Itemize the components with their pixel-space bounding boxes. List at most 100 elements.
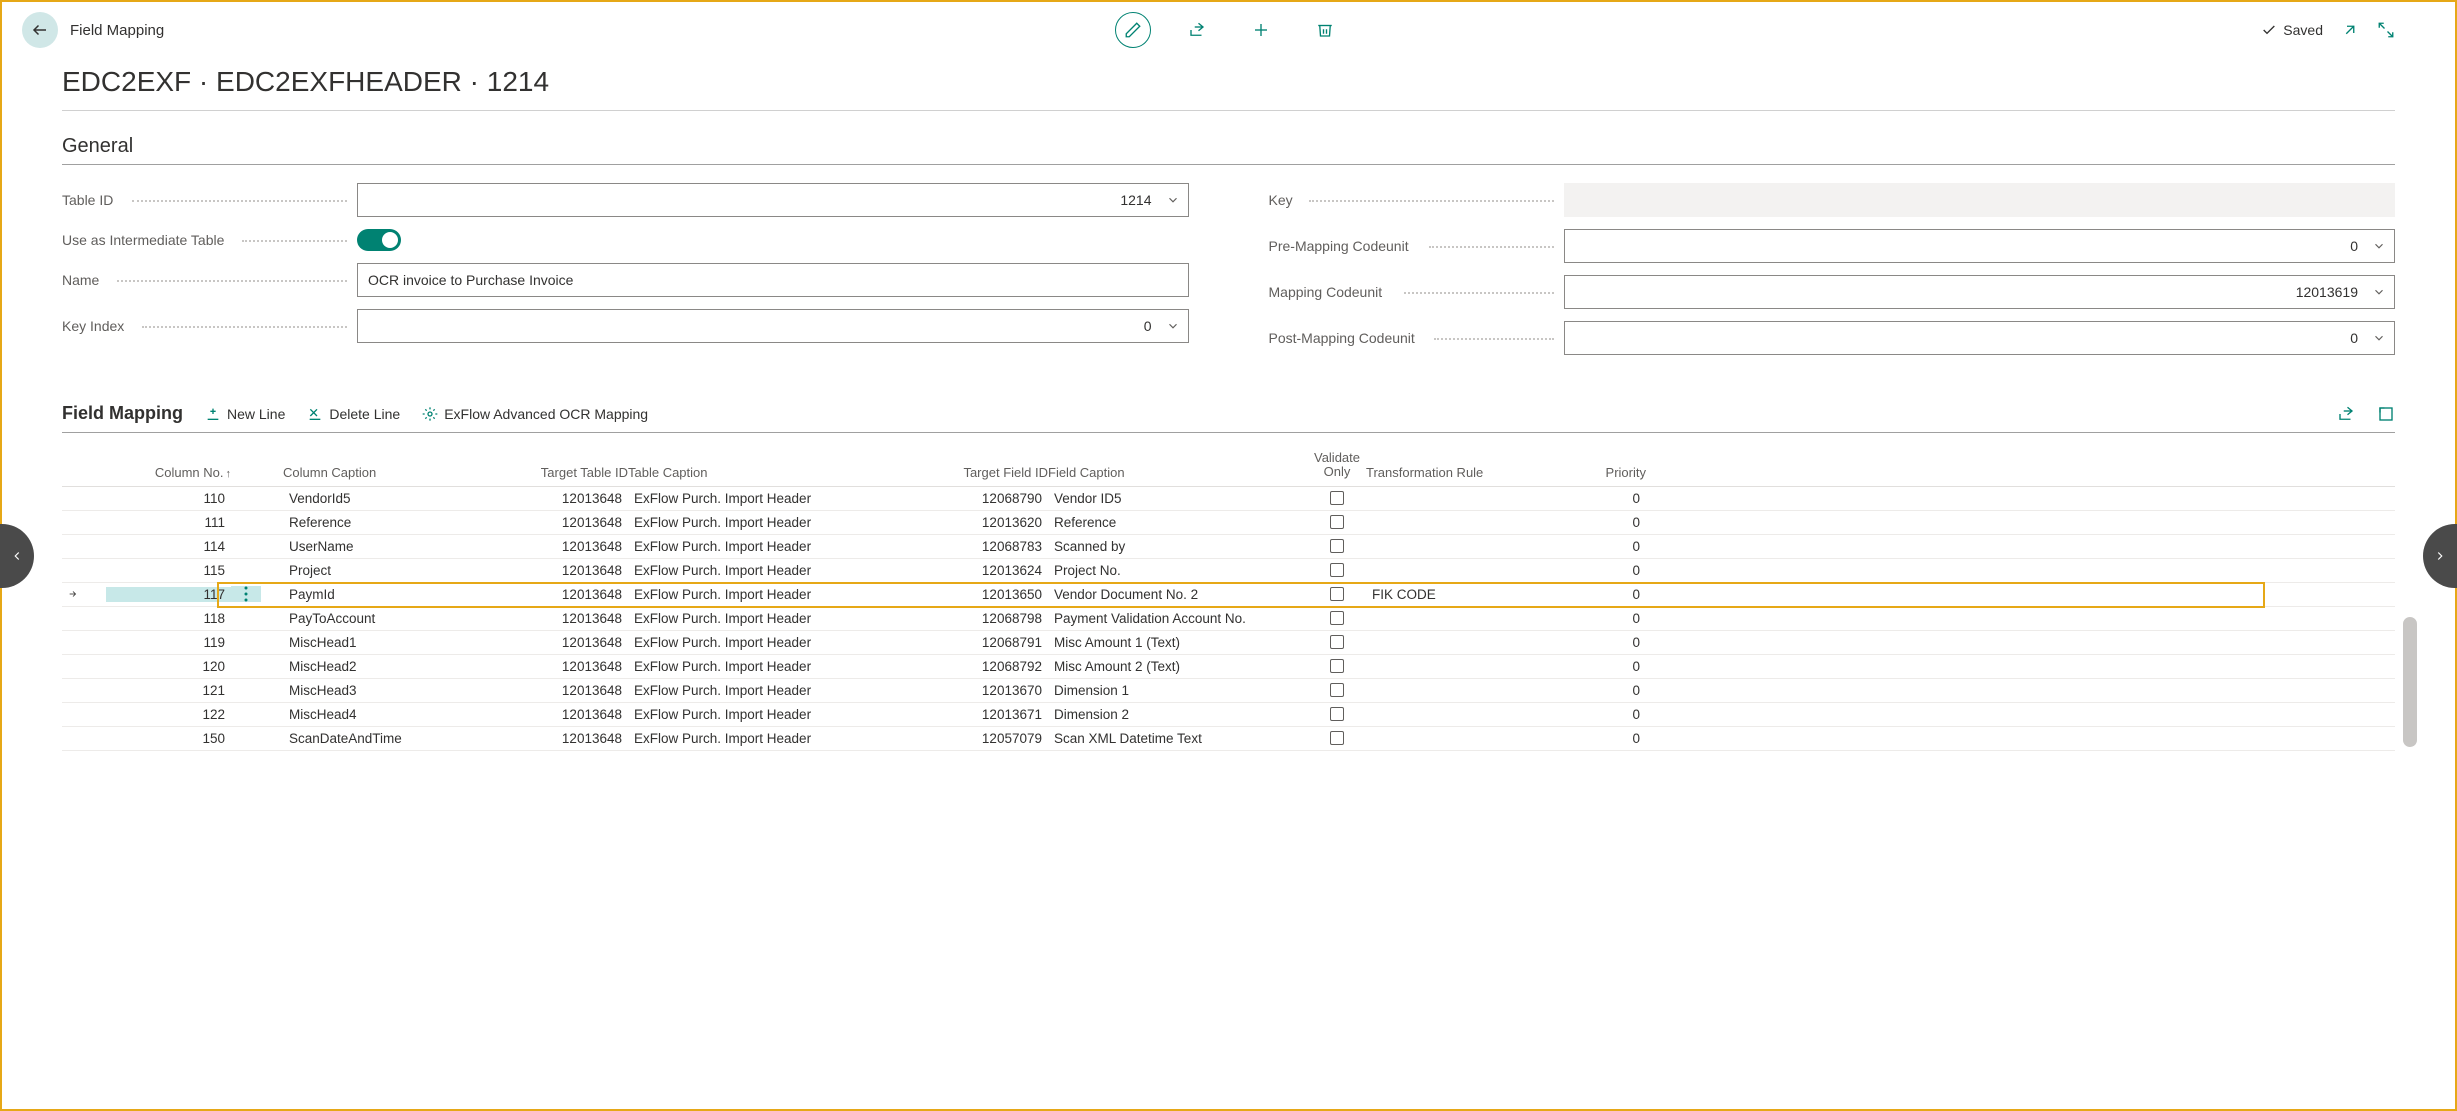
advanced-ocr-button[interactable]: ExFlow Advanced OCR Mapping	[422, 406, 648, 422]
cell-priority[interactable]: 0	[1546, 539, 1646, 554]
cell-validate-only[interactable]	[1308, 563, 1366, 577]
table-row[interactable]: 120MiscHead212013648ExFlow Purch. Import…	[62, 655, 2395, 679]
cell-column-no[interactable]: 114	[106, 539, 231, 554]
cell-field-caption[interactable]: Misc Amount 2 (Text)	[1048, 659, 1308, 674]
cell-target-field[interactable]: 12013670	[918, 683, 1048, 698]
table-row[interactable]: 150ScanDateAndTime12013648ExFlow Purch. …	[62, 727, 2395, 751]
cell-target-field[interactable]: 12013650	[918, 587, 1048, 602]
table-row[interactable]: 121MiscHead312013648ExFlow Purch. Import…	[62, 679, 2395, 703]
cell-target-field[interactable]: 12057079	[918, 731, 1048, 746]
cell-priority[interactable]: 0	[1546, 635, 1646, 650]
post-mapping-field[interactable]: 0	[1564, 321, 2396, 355]
cell-priority[interactable]: 0	[1546, 491, 1646, 506]
cell-priority[interactable]: 0	[1546, 611, 1646, 626]
cell-validate-only[interactable]	[1308, 491, 1366, 505]
cell-column-no[interactable]: 119	[106, 635, 231, 650]
cell-column-caption[interactable]: MiscHead2	[283, 659, 518, 674]
cell-table-caption[interactable]: ExFlow Purch. Import Header	[628, 587, 918, 602]
cell-transformation-rule[interactable]: FIK CODE	[1366, 587, 1546, 602]
cell-target-table[interactable]: 12013648	[518, 683, 628, 698]
cell-table-caption[interactable]: ExFlow Purch. Import Header	[628, 611, 918, 626]
col-header-column-caption[interactable]: Column Caption	[283, 465, 518, 480]
cell-target-table[interactable]: 12013648	[518, 659, 628, 674]
table-row[interactable]: 110VendorId512013648ExFlow Purch. Import…	[62, 487, 2395, 511]
cell-validate-only[interactable]	[1308, 611, 1366, 625]
cell-table-caption[interactable]: ExFlow Purch. Import Header	[628, 635, 918, 650]
col-header-validate-only[interactable]: ValidateOnly	[1308, 451, 1366, 480]
cell-priority[interactable]: 0	[1546, 587, 1646, 602]
cell-priority[interactable]: 0	[1546, 659, 1646, 674]
row-menu-button[interactable]	[231, 586, 261, 602]
pre-mapping-field[interactable]: 0	[1564, 229, 2396, 263]
cell-column-no[interactable]: 150	[106, 731, 231, 746]
col-header-field-caption[interactable]: Field Caption	[1048, 465, 1308, 480]
cell-target-table[interactable]: 12013648	[518, 587, 628, 602]
cell-target-field[interactable]: 12068783	[918, 539, 1048, 554]
col-header-transformation[interactable]: Transformation Rule	[1366, 465, 1546, 480]
cell-table-caption[interactable]: ExFlow Purch. Import Header	[628, 539, 918, 554]
cell-column-caption[interactable]: UserName	[283, 539, 518, 554]
subpage-share-icon[interactable]	[2337, 405, 2355, 423]
cell-field-caption[interactable]: Dimension 1	[1048, 683, 1308, 698]
cell-column-caption[interactable]: MiscHead4	[283, 707, 518, 722]
key-index-field[interactable]: 0	[357, 309, 1189, 343]
cell-table-caption[interactable]: ExFlow Purch. Import Header	[628, 659, 918, 674]
cell-table-caption[interactable]: ExFlow Purch. Import Header	[628, 515, 918, 530]
table-row[interactable]: 118 PayToAccount12013648ExFlow Purch. Imp…	[62, 607, 2395, 631]
cell-field-caption[interactable]: Dimension 2	[1048, 707, 1308, 722]
back-button[interactable]	[22, 12, 58, 48]
cell-column-no[interactable]: 115	[106, 563, 231, 578]
cell-validate-only[interactable]	[1308, 539, 1366, 553]
cell-target-table[interactable]: 12013648	[518, 635, 628, 650]
name-field[interactable]: OCR invoice to Purchase Invoice	[357, 263, 1189, 297]
col-header-target-field[interactable]: Target Field ID	[918, 465, 1048, 480]
table-row[interactable]: 122MiscHead412013648ExFlow Purch. Import…	[62, 703, 2395, 727]
table-row[interactable]: 114UserName12013648ExFlow Purch. Import …	[62, 535, 2395, 559]
col-header-priority[interactable]: Priority	[1546, 465, 1646, 480]
table-row[interactable]: 117 PaymId12013648ExFlow Purch. Import He…	[62, 583, 2395, 607]
scrollbar[interactable]	[2403, 617, 2417, 747]
cell-column-no[interactable]: 118	[106, 611, 231, 626]
cell-target-field[interactable]: 12068791	[918, 635, 1048, 650]
cell-field-caption[interactable]: Project No.	[1048, 563, 1308, 578]
cell-priority[interactable]: 0	[1546, 515, 1646, 530]
cell-column-caption[interactable]: PaymId	[283, 587, 518, 602]
cell-field-caption[interactable]: Reference	[1048, 515, 1308, 530]
cell-table-caption[interactable]: ExFlow Purch. Import Header	[628, 731, 918, 746]
cell-table-caption[interactable]: ExFlow Purch. Import Header	[628, 683, 918, 698]
cell-column-caption[interactable]: Reference	[283, 515, 518, 530]
col-header-column-no[interactable]: Column No.↑	[106, 465, 231, 480]
cell-column-no[interactable]: 121	[106, 683, 231, 698]
cell-column-caption[interactable]: PayToAccount	[283, 611, 518, 626]
cell-target-field[interactable]: 12013671	[918, 707, 1048, 722]
cell-validate-only[interactable]	[1308, 635, 1366, 649]
use-intermediate-toggle[interactable]	[357, 229, 401, 251]
cell-field-caption[interactable]: Vendor ID5	[1048, 491, 1308, 506]
cell-column-caption[interactable]: MiscHead1	[283, 635, 518, 650]
cell-field-caption[interactable]: Scanned by	[1048, 539, 1308, 554]
cell-priority[interactable]: 0	[1546, 731, 1646, 746]
popout-icon[interactable]	[2341, 21, 2359, 39]
cell-target-table[interactable]: 12013648	[518, 563, 628, 578]
cell-column-no[interactable]: 110	[106, 491, 231, 506]
cell-field-caption[interactable]: Scan XML Datetime Text	[1048, 731, 1308, 746]
cell-priority[interactable]: 0	[1546, 707, 1646, 722]
col-header-table-caption[interactable]: Table Caption	[628, 465, 918, 480]
col-header-target-table[interactable]: Target Table ID	[518, 465, 628, 480]
cell-field-caption[interactable]: Misc Amount 1 (Text)	[1048, 635, 1308, 650]
cell-validate-only[interactable]	[1308, 659, 1366, 673]
cell-priority[interactable]: 0	[1546, 563, 1646, 578]
cell-column-no[interactable]: 117	[106, 587, 231, 602]
cell-validate-only[interactable]	[1308, 707, 1366, 721]
cell-table-caption[interactable]: ExFlow Purch. Import Header	[628, 563, 918, 578]
cell-column-no[interactable]: 111	[106, 515, 231, 530]
cell-target-field[interactable]: 12013624	[918, 563, 1048, 578]
cell-column-caption[interactable]: Project	[283, 563, 518, 578]
collapse-icon[interactable]	[2377, 21, 2395, 39]
cell-target-table[interactable]: 12013648	[518, 515, 628, 530]
cell-target-field[interactable]: 12068798	[918, 611, 1048, 626]
subpage-maximize-icon[interactable]	[2377, 405, 2395, 423]
cell-target-table[interactable]: 12013648	[518, 611, 628, 626]
delete-button[interactable]	[1307, 12, 1343, 48]
table-id-field[interactable]: 1214	[357, 183, 1189, 217]
